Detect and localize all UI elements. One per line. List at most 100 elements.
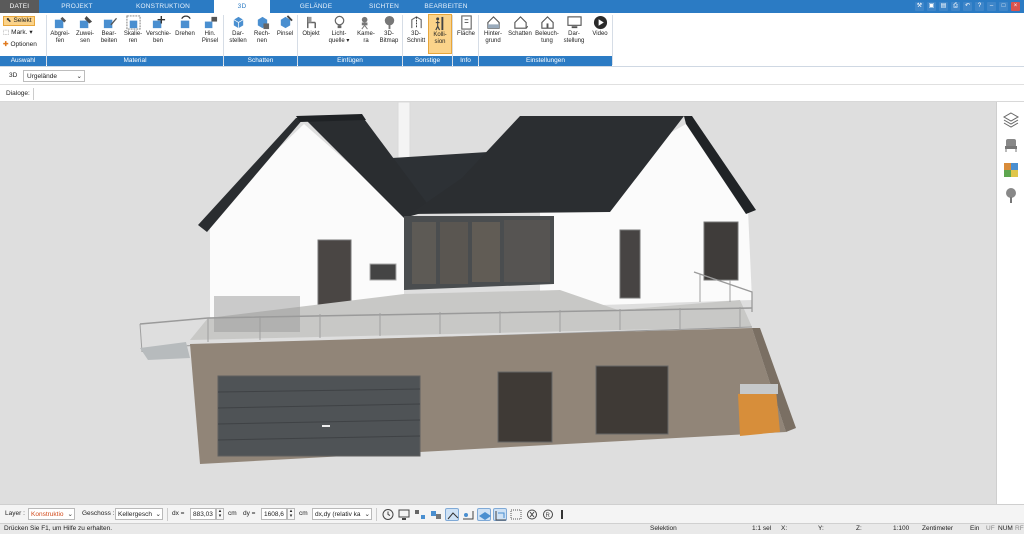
selekt-button[interactable]: ⬉ Selekt xyxy=(3,16,35,26)
window-controls: ⚒ ▣ ▤ ⎙ ↶ ? – □ × xyxy=(915,2,1020,11)
eyedropper-icon xyxy=(54,16,66,29)
kamera-button[interactable]: Kame-ra xyxy=(354,14,378,45)
tab-datei[interactable]: DATEI xyxy=(0,0,39,13)
rf-indicator: RF xyxy=(1015,525,1024,532)
collision-figure-icon xyxy=(434,16,443,31)
tab-konstruktion[interactable]: KONSTRUKTION xyxy=(118,0,208,13)
schatten-darstellen-button[interactable]: Dar-stellen xyxy=(226,14,250,45)
ein-indicator: Ein xyxy=(970,525,980,532)
dx-stepper[interactable]: ▴ ▾ xyxy=(216,508,224,520)
ortho-icon[interactable]: R xyxy=(541,508,555,521)
3d-schnitt-button[interactable]: 3D- Schnitt xyxy=(404,14,428,45)
mark-button[interactable]: ⬚ Mark. ▾ xyxy=(3,28,33,38)
scale-toggle-icon[interactable] xyxy=(525,508,539,521)
darstellung-button[interactable]: Dar-stellung xyxy=(562,14,586,45)
scale-text: 1:100 xyxy=(893,525,910,532)
layers-icon[interactable] xyxy=(1003,112,1019,128)
view-mode-label: 3D xyxy=(9,72,18,79)
dy-input[interactable]: 1608,6 xyxy=(261,508,287,520)
layer-label: Layer : xyxy=(5,510,25,517)
wrench-icon[interactable]: ⚒ xyxy=(915,2,924,11)
edit-material-icon xyxy=(103,17,117,29)
skalieren-button[interactable]: Skalie-ren xyxy=(121,14,145,45)
clock-icon[interactable] xyxy=(381,508,395,521)
flaeche-button[interactable]: Fläche xyxy=(454,14,478,38)
balcony-box xyxy=(214,296,300,332)
armchair-icon[interactable] xyxy=(1003,137,1019,153)
kollision-button[interactable]: Kolli-sion xyxy=(428,14,452,54)
dx-unit: cm xyxy=(228,510,237,517)
maximize-icon[interactable]: □ xyxy=(999,2,1008,11)
snap-grid-icon[interactable] xyxy=(413,508,427,521)
dx-input[interactable]: 883,03 xyxy=(190,508,216,520)
dy-stepper[interactable]: ▴ ▾ xyxy=(287,508,295,520)
schatten-pinsel-button[interactable]: Pinsel xyxy=(273,14,297,38)
objekt-button[interactable]: Objekt xyxy=(299,14,323,38)
group-label-material: Material xyxy=(47,56,223,66)
y-coord-label: Y: xyxy=(818,525,824,532)
3d-bitmap-button[interactable]: 3D- Bitmap xyxy=(377,14,401,45)
folder-icon[interactable]: ▤ xyxy=(939,2,948,11)
tree-icon[interactable] xyxy=(1003,187,1019,203)
ribbon-tab-bar: DATEI PROJEKT KONSTRUKTION 3D GELÄNDE SI… xyxy=(0,0,1024,13)
einst-schatten-button[interactable]: Schatten xyxy=(506,14,534,38)
3d-viewport[interactable] xyxy=(0,101,996,504)
right-side-panel xyxy=(996,102,1024,504)
save-icon[interactable]: ▣ xyxy=(927,2,936,11)
coord-mode-select[interactable]: dx,dy (relativ ka ⌄ xyxy=(312,508,372,520)
layer-select[interactable]: Konstruktio ⌄ xyxy=(28,508,75,520)
lichtquelle-button[interactable]: Licht-quelle ▾ xyxy=(325,14,353,45)
bucket-icon xyxy=(79,15,92,29)
bearbeiten-button[interactable]: Bear-beiten xyxy=(97,14,121,45)
snap-line-icon[interactable] xyxy=(445,508,459,521)
zuweisen-button[interactable]: Zuwei-sen xyxy=(73,14,97,45)
divider xyxy=(33,88,34,100)
scale-icon xyxy=(125,15,141,30)
help-icon[interactable]: ? xyxy=(975,2,984,11)
move-icon xyxy=(152,15,165,29)
x-coord-label: X: xyxy=(781,525,788,532)
garage-door xyxy=(217,375,421,457)
verschieben-button[interactable]: Verschie-ben xyxy=(146,14,171,45)
snap-plane-icon[interactable] xyxy=(477,508,491,521)
chair-icon xyxy=(306,16,316,29)
geschoss-select[interactable]: Kellergesch ⌄ xyxy=(115,508,163,520)
abgreifen-button[interactable]: Abgrei-fen xyxy=(48,14,72,45)
beleuchtung-button[interactable]: Beleuch-tung xyxy=(535,14,559,45)
small-window xyxy=(369,263,397,281)
undo-icon[interactable]: ↶ xyxy=(963,2,972,11)
monitor-view-icon[interactable] xyxy=(397,508,411,521)
plus-icon: ✚ xyxy=(3,41,9,48)
terrain-select[interactable]: Urgelände ⌄ xyxy=(23,70,85,82)
tab-sichten[interactable]: SICHTEN xyxy=(354,0,414,13)
material-swatch-icon[interactable] xyxy=(1003,162,1019,178)
grid-icon[interactable] xyxy=(509,508,523,521)
snap-raster-icon[interactable] xyxy=(493,508,507,521)
dy-unit: cm xyxy=(299,510,308,517)
right-window xyxy=(619,229,641,299)
rotate-icon xyxy=(180,15,191,29)
hintergrund-button[interactable]: Hinter-grund xyxy=(481,14,505,45)
close-icon[interactable]: × xyxy=(1011,2,1020,11)
chevron-down-icon: ⌄ xyxy=(67,511,73,518)
snap-object-icon[interactable] xyxy=(429,508,443,521)
drehen-button[interactable]: Drehen xyxy=(173,14,197,38)
snap-angle-icon[interactable] xyxy=(461,508,475,521)
tab-projekt[interactable]: PROJEKT xyxy=(48,0,106,13)
house-3d-render xyxy=(139,101,796,464)
cursor-position-icon[interactable] xyxy=(555,508,569,521)
tab-gelaende[interactable]: GELÄNDE xyxy=(284,0,348,13)
print-icon[interactable]: ⎙ xyxy=(951,2,960,11)
divider xyxy=(167,508,168,521)
stair-top xyxy=(740,384,778,394)
dx-label: dx = xyxy=(172,510,185,517)
tab-3d[interactable]: 3D xyxy=(214,0,270,13)
hin-pinsel-button[interactable]: Hin. Pinsel xyxy=(198,14,222,45)
garage-handle xyxy=(322,425,330,427)
minimize-icon[interactable]: – xyxy=(987,2,996,11)
video-button[interactable]: Video xyxy=(588,14,612,38)
optionen-button[interactable]: ✚ Optionen xyxy=(3,40,37,50)
house-shadow-icon xyxy=(513,16,528,29)
schatten-rechnen-button[interactable]: Rech-nen xyxy=(250,14,274,45)
tab-bearbeiten[interactable]: BEARBEITEN xyxy=(420,0,472,13)
